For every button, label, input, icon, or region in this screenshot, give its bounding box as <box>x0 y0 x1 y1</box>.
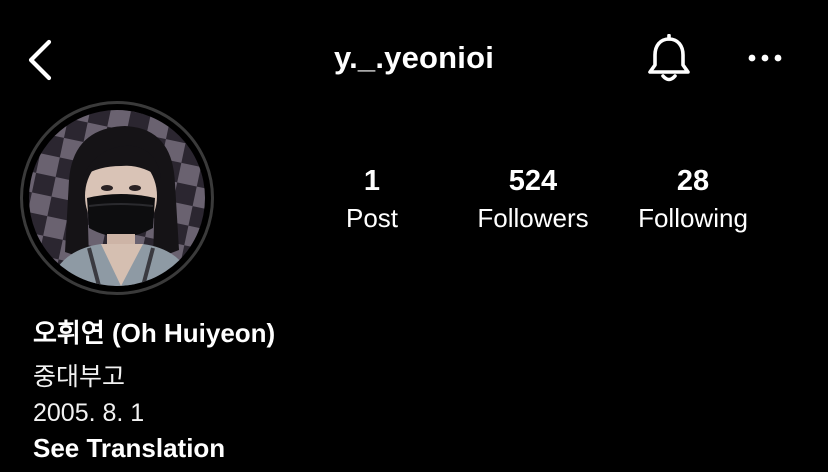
following-count: 28 <box>676 165 710 197</box>
bio-line-birthdate: 2005. 8. 1 <box>33 399 145 427</box>
avatar-photo <box>29 110 205 286</box>
profile-avatar[interactable] <box>20 101 214 295</box>
more-options-button[interactable] <box>740 40 790 76</box>
posts-count: 1 <box>363 165 381 197</box>
followers-count: 524 <box>508 165 558 197</box>
stat-followers[interactable]: 524 Followers <box>462 164 604 236</box>
followers-label: Followers <box>477 203 589 233</box>
more-horizontal-icon <box>748 54 782 62</box>
posts-label: Post <box>345 203 399 233</box>
profile-username: y._.yeonioi <box>333 40 495 75</box>
stat-posts[interactable]: 1 Post <box>322 164 422 236</box>
following-label: Following <box>638 203 748 233</box>
profile-full-name: 오휘연 (Oh Huiyeon) <box>33 318 276 348</box>
bio-line-school: 중대부고 <box>33 363 126 391</box>
see-translation-button[interactable]: See Translation <box>33 431 225 465</box>
stat-following[interactable]: 28 Following <box>622 164 764 236</box>
notifications-button[interactable] <box>640 32 698 86</box>
bell-icon <box>648 34 690 82</box>
